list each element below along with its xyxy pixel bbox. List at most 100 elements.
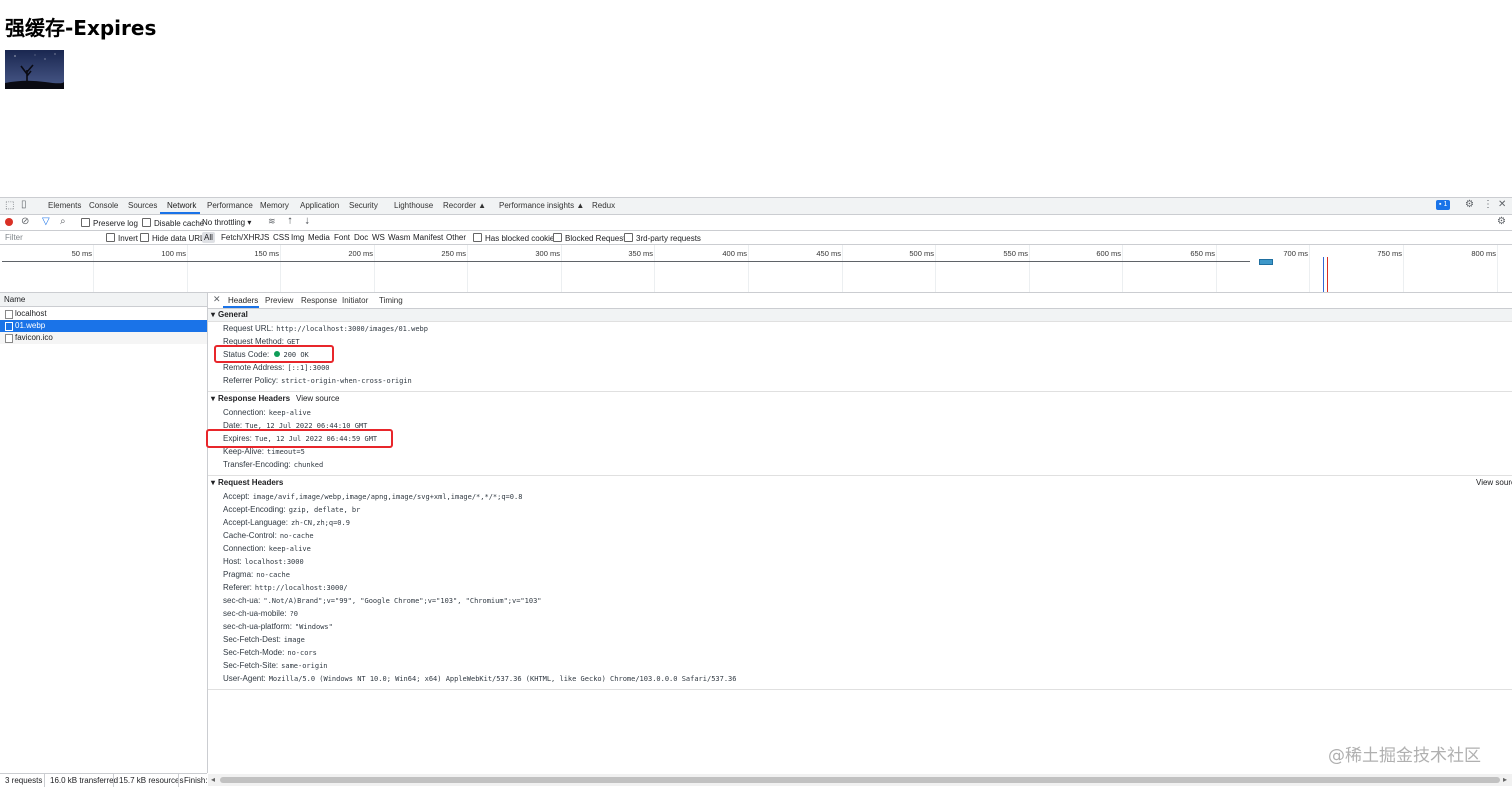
invert-label: Invert	[118, 234, 139, 243]
clear-icon[interactable]: ⊘	[21, 217, 29, 227]
scroll-right-icon[interactable]: ▸	[1503, 775, 1507, 784]
hide-data-urls-label: Hide data URLs	[152, 234, 209, 243]
filter-icon[interactable]: ▽	[42, 217, 50, 227]
header-row: Remote Address: [::1]:3000	[223, 362, 330, 374]
device-toolbar-icon[interactable]: ▯	[21, 200, 27, 210]
filter-type-font[interactable]: Font	[334, 233, 350, 242]
header-key: User-Agent:	[223, 674, 266, 683]
more-options-icon[interactable]: ⋮	[1483, 200, 1493, 210]
filter-input[interactable]: Filter	[5, 233, 23, 242]
column-name-header[interactable]: Name	[4, 295, 25, 304]
tab-console[interactable]: Console	[89, 201, 118, 210]
request-row-favicon[interactable]: favicon.ico	[0, 332, 207, 344]
import-har-icon[interactable]: ⭡	[288, 217, 292, 226]
detail-tab-headers[interactable]: Headers	[228, 296, 258, 305]
header-value: no-cache	[256, 571, 290, 579]
request-bar-image	[1259, 259, 1273, 265]
request-headers-section-header[interactable]: ▾ Request Headers View source	[208, 477, 1512, 489]
network-settings-gear-icon[interactable]: ⚙	[1497, 217, 1506, 227]
tab-performance-insights-label: Performance insights	[499, 201, 575, 210]
tab-lighthouse[interactable]: Lighthouse	[394, 201, 433, 210]
header-row: Connection: keep-alive	[223, 407, 311, 419]
tab-network[interactable]: Network	[167, 201, 196, 210]
filter-type-fetch-xhr[interactable]: Fetch/XHR	[221, 233, 260, 242]
tab-memory[interactable]: Memory	[260, 201, 289, 210]
request-row-localhost[interactable]: localhost	[0, 308, 207, 320]
tab-redux[interactable]: Redux	[592, 201, 615, 210]
header-value: Mozilla/5.0 (Windows NT 10.0; Win64; x64…	[268, 675, 737, 683]
third-party-checkbox[interactable]: 3rd-party requests	[624, 233, 701, 243]
horizontal-scrollbar[interactable]: ◂ ▸	[208, 774, 1512, 786]
blocked-requests-checkbox[interactable]: Blocked Requests	[553, 233, 629, 243]
scrollbar-thumb[interactable]	[220, 777, 1500, 783]
inspect-element-icon[interactable]: ⬚	[5, 201, 14, 211]
detail-tab-initiator[interactable]: Initiator	[342, 296, 368, 305]
request-headers-title: Request Headers	[218, 478, 284, 487]
view-source-link[interactable]: View source	[296, 393, 339, 405]
request-detail-panel: ✕ Headers Preview Response Initiator Tim…	[206, 293, 1512, 773]
header-value: chunked	[293, 461, 324, 469]
tick-label: 750 ms	[1377, 249, 1402, 258]
tab-elements[interactable]: Elements	[48, 201, 81, 210]
throttling-select[interactable]: No throttling ▾	[202, 218, 251, 227]
disable-cache-checkbox[interactable]: Disable cache	[142, 218, 204, 228]
header-key: Transfer-Encoding:	[223, 460, 291, 469]
scroll-left-icon[interactable]: ◂	[211, 775, 215, 784]
filter-type-media[interactable]: Media	[308, 233, 330, 242]
hide-data-urls-checkbox[interactable]: Hide data URLs	[140, 233, 208, 243]
triangle-down-icon: ▾	[211, 394, 216, 403]
response-headers-section-header[interactable]: ▾ Response Headers View source	[208, 393, 1512, 405]
header-value: keep-alive	[268, 409, 311, 417]
header-key: Sec-Fetch-Dest:	[223, 635, 281, 644]
filter-type-doc[interactable]: Doc	[354, 233, 368, 242]
request-bar-localhost	[2, 261, 1250, 262]
checkbox-box	[624, 233, 633, 242]
page-title: 强缓存-Expires	[5, 16, 157, 40]
tab-security[interactable]: Security	[349, 201, 378, 210]
header-value: keep-alive	[268, 545, 311, 553]
tab-performance[interactable]: Performance	[207, 201, 253, 210]
filter-type-ws[interactable]: WS	[372, 233, 385, 242]
export-har-icon[interactable]: ⭣	[305, 217, 309, 226]
invert-checkbox[interactable]: Invert	[106, 233, 138, 243]
throttling-value: No throttling	[202, 218, 246, 227]
header-value: zh-CN,zh;q=0.9	[290, 519, 350, 527]
grid-line	[1029, 245, 1030, 292]
blocked-requests-label: Blocked Requests	[565, 234, 630, 243]
tab-application[interactable]: Application	[300, 201, 339, 210]
tab-sources[interactable]: Sources	[128, 201, 157, 210]
tab-recorder[interactable]: Recorder ▲	[443, 201, 486, 210]
header-row: Transfer-Encoding: chunked	[223, 459, 323, 471]
has-blocked-cookies-checkbox[interactable]: Has blocked cookies	[473, 233, 558, 243]
tab-performance-insights[interactable]: Performance insights ▲	[499, 201, 584, 210]
detail-tab-timing[interactable]: Timing	[379, 296, 403, 305]
filter-type-js[interactable]: JS	[260, 233, 269, 242]
close-detail-icon[interactable]: ✕	[213, 295, 221, 304]
view-source-link[interactable]: View source	[1476, 477, 1512, 489]
network-overview-timeline[interactable]: 50 ms 100 ms 150 ms 200 ms 250 ms 300 ms…	[0, 245, 1512, 293]
document-icon	[5, 310, 13, 319]
filter-type-wasm[interactable]: Wasm	[388, 233, 410, 242]
detail-tab-preview[interactable]: Preview	[265, 296, 293, 305]
tick-label: 550 ms	[1003, 249, 1028, 258]
header-value: image/avif,image/webp,image/apng,image/s…	[252, 493, 523, 501]
header-key: Connection:	[223, 408, 266, 417]
filter-type-css[interactable]: CSS	[273, 233, 289, 242]
settings-gear-icon[interactable]: ⚙	[1465, 200, 1474, 210]
filter-type-other[interactable]: Other	[446, 233, 466, 242]
general-section-header[interactable]: ▾ General	[208, 309, 1512, 322]
header-key: Referer:	[223, 583, 252, 592]
header-key: Pragma:	[223, 570, 254, 579]
issues-badge[interactable]: ▪ 1	[1436, 200, 1451, 210]
filter-type-all[interactable]: All	[202, 232, 215, 243]
close-devtools-icon[interactable]: ✕	[1498, 200, 1506, 210]
request-row-01-webp[interactable]: 01.webp	[0, 320, 207, 332]
search-icon[interactable]: ⌕	[60, 217, 66, 227]
detail-tab-response[interactable]: Response	[301, 296, 337, 305]
filter-type-img[interactable]: Img	[291, 233, 304, 242]
checkbox-box	[140, 233, 149, 242]
preserve-log-checkbox[interactable]: Preserve log	[81, 218, 138, 228]
record-stop-icon[interactable]	[5, 218, 13, 226]
network-conditions-icon[interactable]: ≋	[268, 217, 276, 226]
filter-type-manifest[interactable]: Manifest	[413, 233, 443, 242]
